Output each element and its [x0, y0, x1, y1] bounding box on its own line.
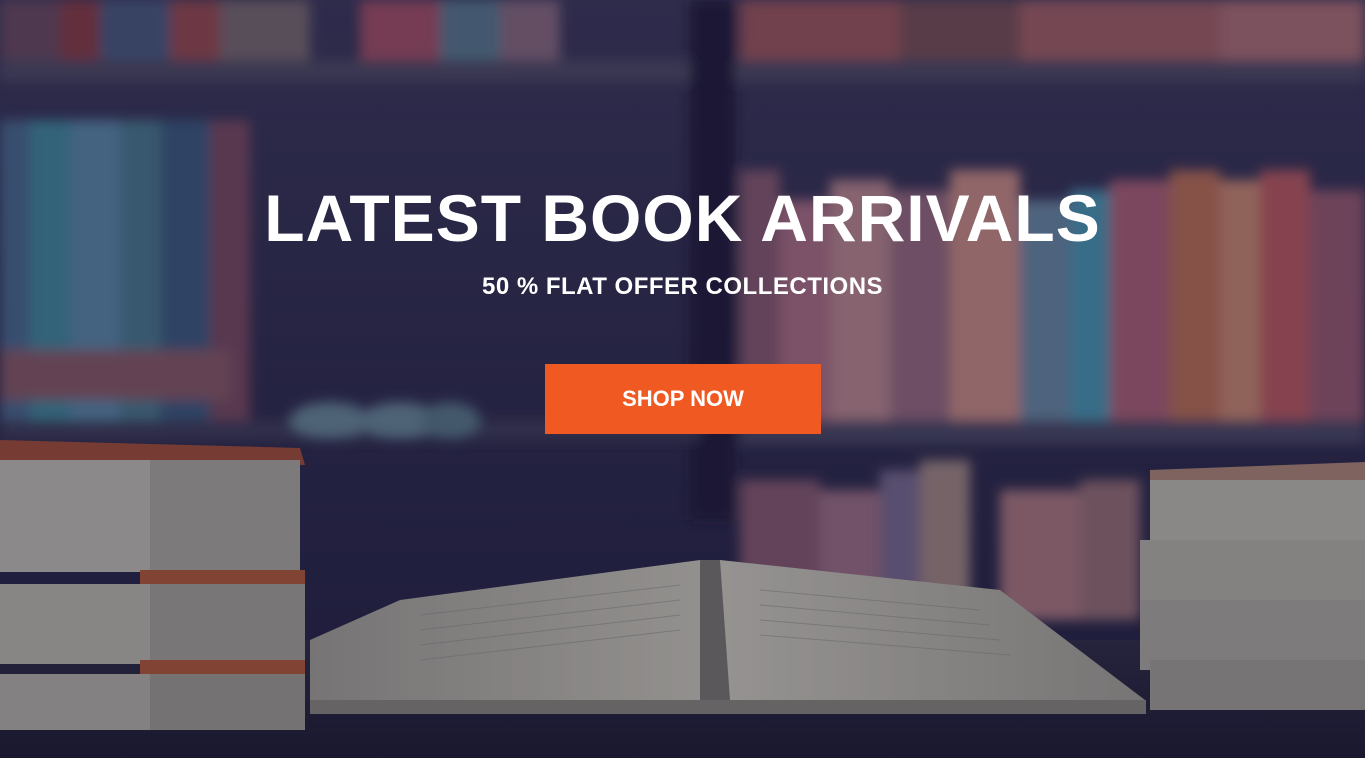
hero-content: LATEST BOOK ARRIVALS 50 % FLAT OFFER COL… — [0, 0, 1365, 758]
hero-banner: LATEST BOOK ARRIVALS 50 % FLAT OFFER COL… — [0, 0, 1365, 758]
shop-now-button[interactable]: SHOP NOW — [545, 364, 821, 434]
hero-headline: LATEST BOOK ARRIVALS — [264, 181, 1101, 255]
hero-subheadline: 50 % FLAT OFFER COLLECTIONS — [481, 273, 884, 300]
